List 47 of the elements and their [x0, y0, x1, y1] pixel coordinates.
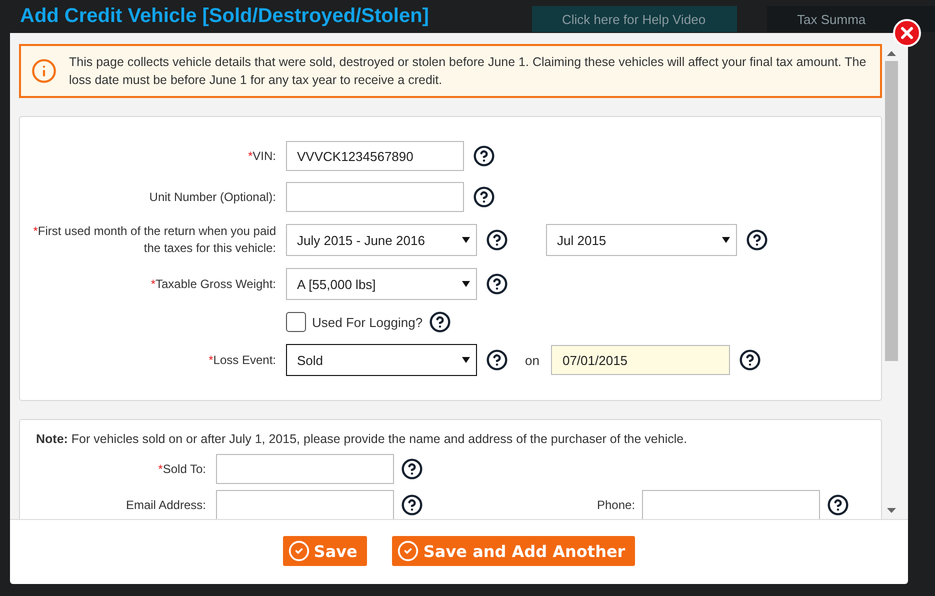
caret-icon: [462, 357, 470, 363]
dropdown[interactable]: A [55,000 lbs]: [286, 268, 477, 300]
help-icon[interactable]: [401, 458, 423, 480]
on-label: on: [525, 352, 540, 368]
check-circle-icon: [288, 540, 310, 562]
field-label: Email Address:: [124, 496, 206, 514]
help-icon[interactable]: [428, 311, 451, 333]
tax-summary-button[interactable]: Tax Summa: [767, 6, 935, 32]
help-icon[interactable]: [486, 229, 508, 251]
help-video-button[interactable]: Click here for Help Video: [532, 6, 737, 32]
text-field[interactable]: [216, 490, 394, 519]
text-field[interactable]: [642, 490, 820, 519]
help-icon[interactable]: [473, 186, 495, 208]
text-field[interactable]: VVVCK1234567890: [286, 141, 464, 171]
help-icon[interactable]: [473, 145, 495, 167]
field-label: *Sold To:: [157, 460, 206, 478]
caret-icon: [722, 237, 730, 243]
scroll-down-icon[interactable]: [887, 508, 896, 513]
field-label: *First used month of the return when you paid the taxes for this vehicle:: [32, 223, 276, 257]
close-icon: [898, 24, 916, 42]
caret-icon: [462, 281, 470, 287]
caret-icon: [462, 237, 470, 243]
dropdown[interactable]: Sold: [286, 344, 477, 376]
text-field[interactable]: [216, 454, 394, 484]
help-icon[interactable]: [486, 273, 508, 295]
scroll-up-icon[interactable]: [887, 51, 896, 56]
info-text: This page collects vehicle details that were sold, destroyed or stolen before June 1. Claiming these vehicles will affect your final tax amount. The loss date must be before June 1 for any tax year to receive a credit.: [69, 54, 868, 89]
field-label: Phone:: [597, 496, 636, 514]
dialog-title: Add Credit Vehicle [Sold/Destroyed/Stolen]: [20, 5, 429, 28]
checkbox-label: Used For Logging?: [312, 314, 423, 330]
dropdown[interactable]: July 2015 - June 2016: [286, 224, 477, 256]
info-icon: [31, 58, 57, 84]
note-text: Note: For vehicles sold on or after July 1, 2015, please provide the name and address of the purchaser of the vehicle.: [36, 432, 688, 446]
help-icon[interactable]: [486, 349, 508, 371]
check-circle-icon: [397, 540, 420, 562]
help-icon[interactable]: [827, 494, 850, 516]
dropdown[interactable]: Jul 2015: [546, 224, 737, 256]
help-icon[interactable]: [746, 229, 768, 251]
field-label: *VIN:: [246, 148, 276, 164]
text-field[interactable]: [286, 182, 464, 212]
help-icon[interactable]: [401, 494, 423, 516]
help-icon[interactable]: [739, 349, 762, 371]
field-label: *Taxable Gross Weight:: [150, 276, 276, 292]
checkbox[interactable]: [286, 312, 306, 332]
field-label: *Loss Event:: [208, 352, 276, 368]
field-label: Unit Number (Optional):: [148, 188, 276, 206]
date-field[interactable]: 07/01/2015: [551, 345, 730, 375]
